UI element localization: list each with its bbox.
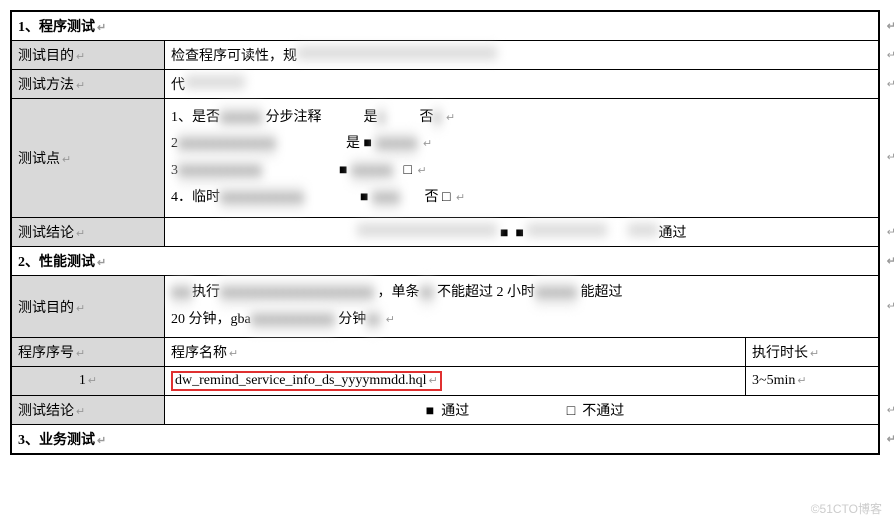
col-header-seq: 程序序号	[11, 338, 165, 367]
col-header-duration: 执行时长	[746, 338, 880, 367]
row-label-method: 测试方法	[11, 70, 165, 99]
s1-pass-text: 通过	[658, 226, 686, 241]
row-label-purpose: 测试目的	[11, 41, 165, 70]
section-2-header: 2、性能测试 ↵	[11, 247, 879, 276]
s1-method-text: 代	[171, 78, 185, 93]
col-header-name: 程序名称	[165, 338, 746, 367]
section-3-header: 3、业务测试 ↵	[11, 425, 879, 455]
row-label-conclusion-1: 测试结论	[11, 218, 165, 247]
checkbox-filled-icon: ■	[500, 226, 508, 241]
checkbox-filled-icon: ■	[339, 163, 347, 178]
fail-label: 不通过	[582, 404, 624, 419]
s1-conclusion-cell: ■ ■ 通过 ↵	[165, 218, 880, 247]
checkbox-filled-icon: ■	[516, 226, 524, 241]
row-label-conclusion-2: 测试结论	[11, 396, 165, 425]
section-3-title: 3、业务测试	[18, 433, 106, 448]
s1-method-cell: 代 ↵	[165, 70, 880, 99]
checkbox-empty-icon[interactable]: □	[567, 404, 575, 419]
section-1-header: 1、程序测试 ↵	[11, 11, 879, 41]
s2-conclusion-cell: ■ 通过 □ 不通过 ↵	[165, 396, 880, 425]
row-label-points: 测试点	[11, 99, 165, 218]
checkbox-empty-icon: □	[442, 190, 450, 205]
checkbox-empty-icon: □	[403, 163, 411, 178]
test-document-table: 1、程序测试 ↵ 测试目的 检查程序可读性，规 ↵ 测试方法 代 ↵ 测试点 1…	[10, 10, 880, 455]
checkbox-filled-icon: ■	[360, 190, 368, 205]
pass-label: 通过	[441, 404, 469, 419]
s1-purpose-cell: 检查程序可读性，规 ↵	[165, 41, 880, 70]
highlighted-filename: dw_remind_service_info_ds_yyyymmdd.hql	[171, 371, 442, 391]
program-seq-cell: 1	[11, 367, 165, 396]
checkbox-filled-icon[interactable]: ■	[426, 404, 434, 419]
s1-purpose-text: 检查程序可读性，规	[171, 49, 297, 64]
checkbox-filled-icon: ■	[364, 136, 372, 151]
section-1-title: 1、程序测试	[18, 20, 106, 35]
row-label-purpose-2: 测试目的	[11, 276, 165, 338]
s1-points-cell: 1、是否xxxxxx 分步注释 是x 否x 2xxxxxxxxxxxxxx 是 …	[165, 99, 880, 218]
program-duration-cell: 3~5min	[746, 367, 880, 396]
program-name-cell: dw_remind_service_info_ds_yyyymmdd.hql	[165, 367, 746, 396]
s2-purpose-cell: xxx执行xxxxxxxxxxxxxxxxxxxxxx ，单条xx 不能超过 2…	[165, 276, 880, 338]
section-2-title: 2、性能测试	[18, 255, 106, 270]
watermark: ©51CTO博客	[811, 500, 882, 517]
